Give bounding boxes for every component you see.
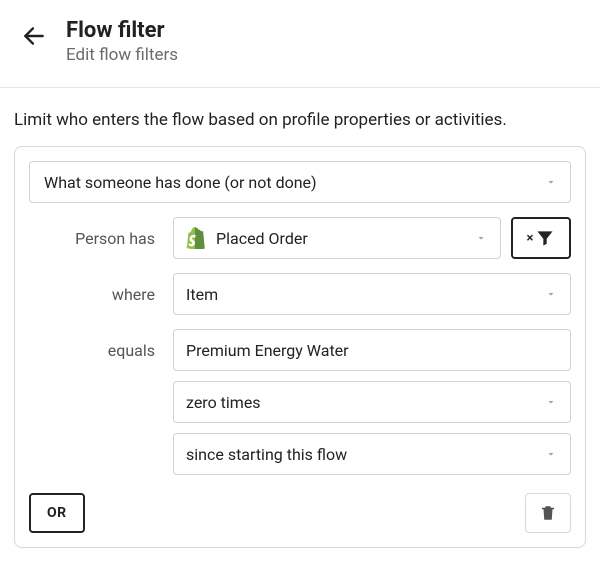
x-mark: ×	[527, 231, 534, 246]
event-select[interactable]: Placed Order	[173, 217, 501, 259]
equals-value-input[interactable]: Premium Energy Water	[173, 329, 571, 371]
back-button[interactable]	[20, 22, 48, 50]
intro-text: Limit who enters the flow based on profi…	[0, 88, 600, 146]
page-title: Flow filter	[66, 18, 178, 43]
chevron-down-icon	[474, 231, 488, 245]
label-where: where	[29, 285, 161, 304]
where-property-select[interactable]: Item	[173, 273, 571, 315]
condition-type-select[interactable]: What someone has done (or not done)	[29, 161, 571, 203]
or-button-label: OR	[47, 505, 67, 521]
timeframe-value: since starting this flow	[186, 445, 347, 464]
label-equals: equals	[29, 341, 161, 360]
or-button[interactable]: OR	[29, 493, 85, 533]
condition-type-value: What someone has done (or not done)	[44, 173, 317, 192]
frequency-value: zero times	[186, 393, 261, 412]
chevron-down-icon	[544, 447, 558, 461]
chevron-down-icon	[544, 287, 558, 301]
event-value: Placed Order	[216, 229, 308, 248]
shopify-icon	[186, 227, 206, 249]
filter-card: What someone has done (or not done) Pers…	[14, 146, 586, 548]
arrow-left-icon	[21, 23, 47, 49]
remove-filter-button[interactable]: ×	[511, 217, 571, 259]
equals-value: Premium Energy Water	[186, 341, 349, 360]
funnel-icon	[535, 228, 555, 248]
delete-button[interactable]	[525, 493, 571, 533]
where-property-value: Item	[186, 285, 218, 304]
timeframe-select[interactable]: since starting this flow	[173, 433, 571, 475]
page-subtitle: Edit flow filters	[66, 45, 178, 65]
label-person-has: Person has	[29, 229, 161, 248]
chevron-down-icon	[544, 395, 558, 409]
trash-icon	[539, 504, 557, 522]
chevron-down-icon	[544, 175, 558, 189]
frequency-select[interactable]: zero times	[173, 381, 571, 423]
